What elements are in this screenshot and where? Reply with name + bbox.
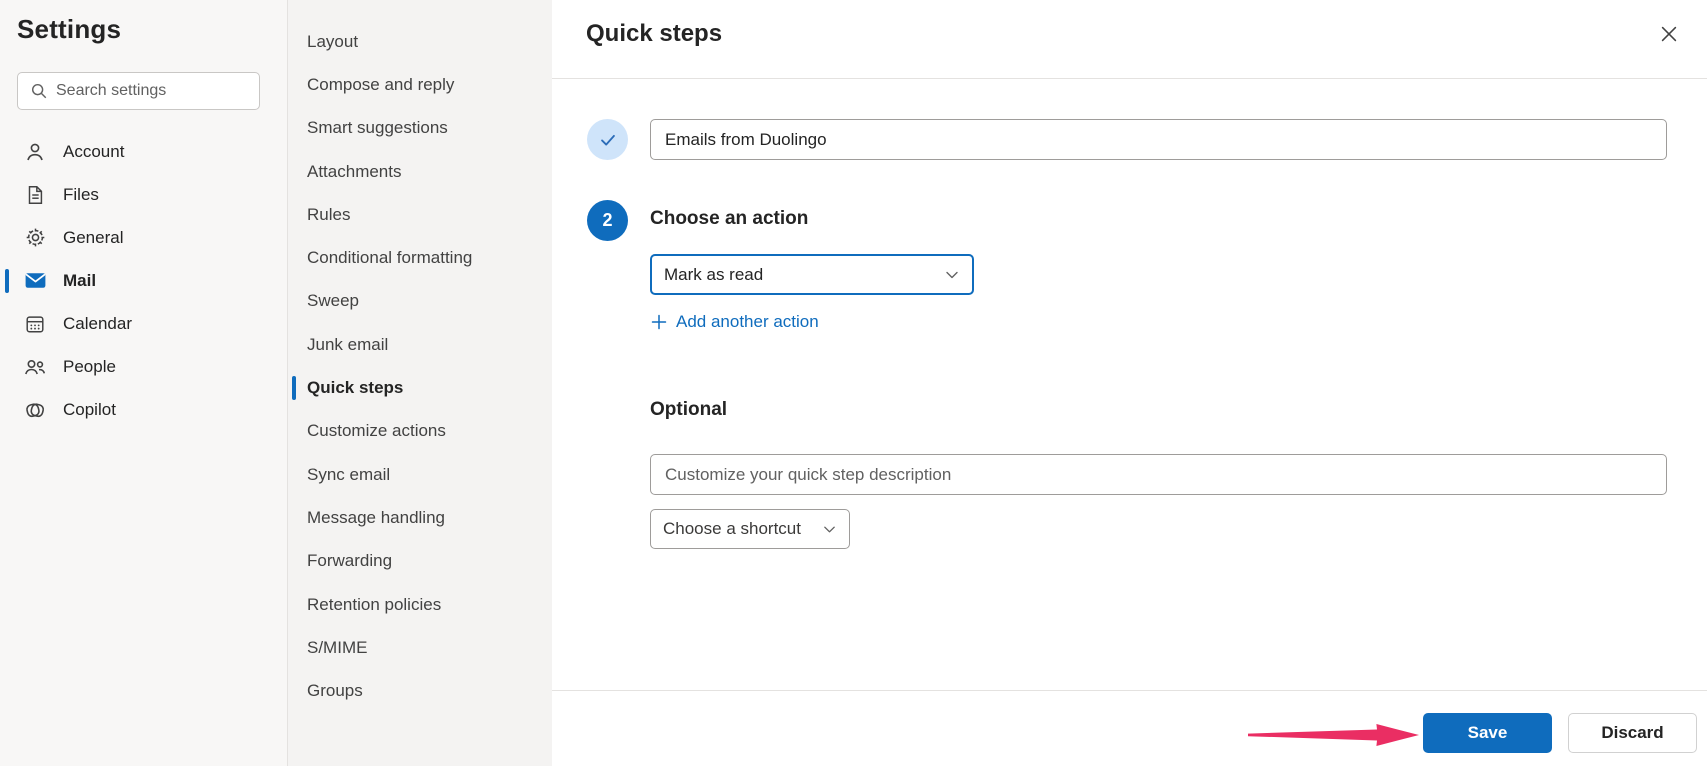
step2-number: 2 [602,210,612,231]
sidebar-item-label: General [63,228,123,248]
settings-search[interactable] [17,72,260,110]
submenu-item-label: Smart suggestions [307,118,448,138]
submenu-item-rules[interactable]: Rules [288,193,552,236]
submenu-item-compose-and-reply[interactable]: Compose and reply [288,63,552,106]
submenu-item-label: S/MIME [307,638,367,658]
discard-button[interactable]: Discard [1568,713,1697,753]
chevron-down-icon [822,522,837,537]
submenu-item-groups[interactable]: Groups [288,669,552,712]
submenu-item-sync-email[interactable]: Sync email [288,453,552,496]
search-icon [30,82,48,100]
settings-nav: Account Files General [0,130,287,431]
step1-completed-badge [587,119,628,160]
settings-window: Settings Account [0,0,1707,766]
add-another-action-label: Add another action [676,312,819,332]
mail-settings-submenu: Layout Compose and reply Smart suggestio… [288,0,552,766]
sidebar-item-account[interactable]: Account [0,130,287,173]
mail-icon [22,268,48,293]
step2-number-badge: 2 [587,200,628,241]
settings-title: Settings [17,14,121,45]
gear-icon [22,226,48,249]
action-dropdown-value: Mark as read [664,265,763,285]
sidebar-item-general[interactable]: General [0,216,287,259]
submenu-item-layout[interactable]: Layout [288,20,552,63]
submenu-item-label: Conditional formatting [307,248,472,268]
footer-divider [552,690,1707,691]
sidebar-item-people[interactable]: People [0,345,287,388]
close-icon [1658,23,1680,45]
sidebar-item-calendar[interactable]: Calendar [0,302,287,345]
shortcut-dropdown-value: Choose a shortcut [663,519,801,539]
sidebar-item-label: Calendar [63,314,132,334]
submenu-item-customize-actions[interactable]: Customize actions [288,410,552,453]
person-icon [22,140,48,164]
submenu-item-sweep[interactable]: Sweep [288,280,552,323]
panel-title: Quick steps [586,20,722,48]
submenu-item-label: Sync email [307,465,390,485]
sidebar-item-label: Files [63,185,99,205]
file-icon [22,184,48,206]
annotation-arrow [1248,720,1420,750]
submenu-item-conditional-formatting[interactable]: Conditional formatting [288,236,552,279]
submenu-item-forwarding[interactable]: Forwarding [288,540,552,583]
submenu-item-label: Layout [307,32,358,52]
checkmark-icon [597,129,619,151]
submenu-item-label: Rules [307,205,350,225]
submenu-item-label: Message handling [307,508,445,528]
sidebar-item-files[interactable]: Files [0,173,287,216]
sidebar-item-label: Account [63,142,124,162]
settings-sidebar: Settings Account [0,0,288,766]
calendar-icon [22,313,48,335]
header-divider [552,78,1707,79]
optional-heading: Optional [650,399,727,421]
submenu-item-label: Attachments [307,162,402,182]
submenu-item-label: Customize actions [307,421,446,441]
people-icon [22,355,48,379]
submenu-item-retention-policies[interactable]: Retention policies [288,583,552,626]
submenu-item-smime[interactable]: S/MIME [288,626,552,669]
submenu-item-label: Forwarding [307,551,392,571]
description-input[interactable] [650,454,1667,495]
copilot-icon [22,398,48,422]
sidebar-item-label: Mail [63,271,96,291]
submenu-item-label: Junk email [307,335,388,355]
submenu-item-message-handling[interactable]: Message handling [288,496,552,539]
quick-step-name-input[interactable] [650,119,1667,160]
submenu-item-smart-suggestions[interactable]: Smart suggestions [288,107,552,150]
submenu-item-label: Compose and reply [307,75,454,95]
submenu-item-label: Retention policies [307,595,441,615]
selected-indicator-bar [5,269,9,293]
add-another-action-button[interactable]: Add another action [651,312,819,332]
search-input[interactable] [56,82,251,100]
sidebar-item-label: People [63,357,116,377]
close-button[interactable] [1653,18,1685,50]
submenu-item-quick-steps[interactable]: Quick steps [288,366,552,409]
submenu-item-junk-email[interactable]: Junk email [288,323,552,366]
selected-indicator-bar [292,376,296,400]
choose-action-heading: Choose an action [650,208,808,230]
sidebar-item-copilot[interactable]: Copilot [0,388,287,431]
submenu-item-label: Groups [307,681,363,701]
submenu-item-attachments[interactable]: Attachments [288,150,552,193]
chevron-down-icon [944,267,960,283]
sidebar-item-mail[interactable]: Mail [0,259,287,302]
shortcut-dropdown[interactable]: Choose a shortcut [650,509,850,549]
submenu-item-label: Sweep [307,291,359,311]
plus-icon [651,314,667,330]
save-button[interactable]: Save [1423,713,1552,753]
action-dropdown[interactable]: Mark as read [650,254,974,295]
quick-steps-panel: Quick steps 2 Choose an action Mark as r [552,0,1707,766]
sidebar-item-label: Copilot [63,400,116,420]
submenu-item-label: Quick steps [307,378,403,398]
